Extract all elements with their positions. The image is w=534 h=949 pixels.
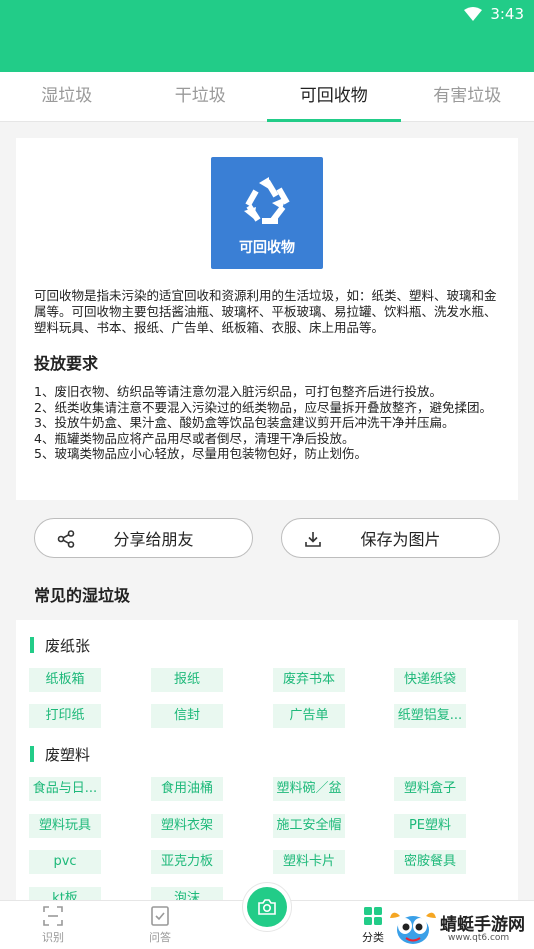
requirements-title: 投放要求 bbox=[34, 354, 99, 373]
recyclable-badge: 可回收物 bbox=[211, 157, 323, 269]
item-chip[interactable]: 泡沫 bbox=[151, 887, 223, 900]
watermark-url: www.qt6.com bbox=[448, 933, 510, 943]
quiz-icon bbox=[151, 906, 169, 926]
category-title: 废纸张 bbox=[30, 635, 90, 656]
share-icon bbox=[57, 530, 75, 548]
tab-hazardous[interactable]: 有害垃圾 bbox=[401, 72, 534, 121]
item-chip[interactable]: 广告单 bbox=[273, 704, 345, 728]
item-chip[interactable]: 密胺餐具 bbox=[394, 850, 466, 874]
status-bar: 3:43 bbox=[0, 0, 534, 72]
item-chip[interactable]: 食品与日... bbox=[29, 777, 101, 801]
item-chip[interactable]: 信封 bbox=[151, 704, 223, 728]
camera-circle bbox=[247, 887, 287, 927]
share-label: 分享给朋友 bbox=[113, 530, 194, 549]
requirement-item: 4、瓶罐类物品应将产品用尽或者倒尽，清理干净后投放。 bbox=[34, 430, 355, 446]
item-chip[interactable]: PE塑料 bbox=[394, 814, 466, 838]
status-right: 3:43 bbox=[464, 5, 524, 23]
requirement-item: 2、纸类收集请注意不要混入污染过的纸类物品，应尽量拆开叠放整齐，避免揉团。 bbox=[34, 399, 492, 415]
item-chip[interactable]: 快递纸袋 bbox=[394, 668, 466, 692]
item-chip[interactable]: pvc bbox=[29, 850, 101, 874]
category-section: 废纸张 纸板箱 报纸 废弃书本 快递纸袋 打印纸 信封 广告单 纸塑铝复... … bbox=[16, 620, 518, 900]
requirement-item: 5、玻璃类物品应小心轻放，尽量用包装物包好，防止划伤。 bbox=[34, 446, 367, 461]
item-chip[interactable]: 亚克力板 bbox=[151, 850, 223, 874]
item-chip[interactable]: 塑料盒子 bbox=[394, 777, 466, 801]
tab-wet-waste[interactable]: 湿垃圾 bbox=[0, 72, 134, 121]
category-description: 可回收物是指未污染的适宜回收和资源利用的生活垃圾，如：纸类、塑料、玻璃和金属等。… bbox=[34, 288, 497, 335]
share-button[interactable]: 分享给朋友 bbox=[34, 518, 253, 558]
category-title: 废塑料 bbox=[30, 744, 90, 765]
badge-label: 可回收物 bbox=[239, 240, 295, 256]
nav-label: 问答 bbox=[149, 931, 171, 944]
nav-qa[interactable]: 问答 bbox=[130, 905, 190, 945]
requirement-item: 3、投放牛奶盒、果汁盒、酸奶盒等饮品包装盒建议剪开后冲洗干净并压扁。 bbox=[34, 415, 455, 430]
recycle-icon bbox=[244, 177, 290, 224]
item-chip[interactable]: 废弃书本 bbox=[273, 668, 345, 692]
item-chip[interactable]: 塑料衣架 bbox=[151, 814, 223, 838]
item-chip[interactable]: 塑料玩具 bbox=[29, 814, 101, 838]
nav-label: 识别 bbox=[42, 931, 64, 944]
tab-recyclable[interactable]: 可回收物 bbox=[267, 72, 401, 122]
watermark: 蜻蜓手游网 www.qt6.com bbox=[388, 906, 534, 949]
save-image-button[interactable]: 保存为图片 bbox=[281, 518, 500, 558]
item-chip[interactable]: 施工安全帽 bbox=[273, 814, 345, 838]
common-items-title: 常见的湿垃圾 bbox=[34, 586, 131, 605]
item-chip[interactable]: 报纸 bbox=[151, 668, 223, 692]
nav-label: 分类 bbox=[362, 931, 384, 944]
status-time: 3:43 bbox=[490, 5, 524, 23]
item-chip[interactable]: 纸塑铝复... bbox=[394, 704, 466, 728]
wifi-icon bbox=[464, 7, 483, 21]
watermark-title: 蜻蜓手游网 bbox=[440, 915, 525, 935]
download-icon bbox=[305, 532, 321, 547]
save-label: 保存为图片 bbox=[360, 530, 441, 549]
item-chip[interactable]: 塑料碗／盆 bbox=[273, 777, 345, 801]
requirements-list: 1、废旧衣物、纺织品等请注意勿混入脏污织品，可打包整齐后进行投放。 2、纸类收集… bbox=[34, 384, 504, 462]
grid-icon bbox=[364, 907, 382, 925]
nav-identify[interactable]: 识别 bbox=[23, 905, 83, 945]
item-chip[interactable]: 塑料卡片 bbox=[273, 850, 345, 874]
tab-dry-waste[interactable]: 干垃圾 bbox=[134, 72, 268, 121]
info-card: 可回收物 可回收物是指未污染的适宜回收和资源利用的生活垃圾，如：纸类、塑料、玻璃… bbox=[16, 138, 518, 500]
item-chip[interactable]: 食用油桶 bbox=[151, 777, 223, 801]
category-tabs: 湿垃圾 干垃圾 可回收物 有害垃圾 bbox=[0, 72, 534, 122]
scan-icon bbox=[43, 906, 63, 926]
dragonfly-logo-icon bbox=[390, 912, 436, 944]
item-chip[interactable]: kt板 bbox=[29, 887, 101, 900]
requirement-item: 1、废旧衣物、纺织品等请注意勿混入脏污织品，可打包整齐后进行投放。 bbox=[34, 384, 442, 399]
camera-icon bbox=[258, 899, 276, 915]
camera-button[interactable] bbox=[242, 882, 292, 932]
item-chip[interactable]: 打印纸 bbox=[29, 704, 101, 728]
item-chip[interactable]: 纸板箱 bbox=[29, 668, 101, 692]
